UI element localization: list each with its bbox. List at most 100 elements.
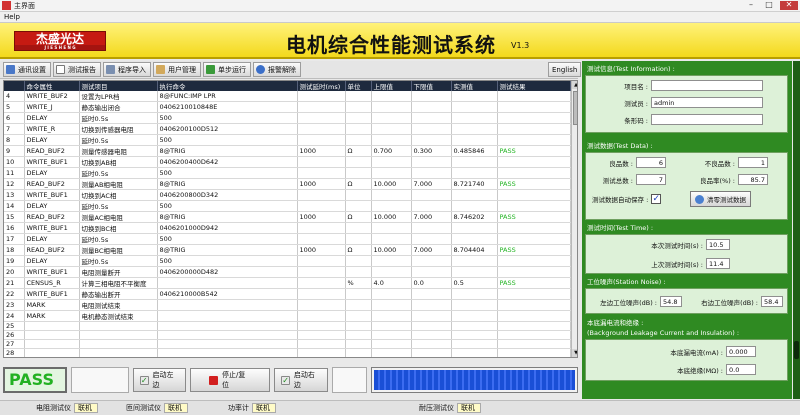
table-cell [345, 310, 372, 322]
title-bar: 主界面 – □ ✕ [0, 0, 800, 12]
table-cell: 10 [4, 156, 25, 168]
table-cell [371, 101, 412, 113]
table-row[interactable]: 25 [4, 321, 571, 332]
table-scrollbar[interactable]: ▲ ▼ [571, 81, 577, 357]
table-cell [411, 123, 452, 135]
table-cell: DELAY [24, 134, 80, 146]
alarm-clear-button[interactable]: 报警解除 [253, 62, 301, 77]
table-cell [297, 200, 346, 212]
table-row[interactable]: 28 [4, 348, 571, 357]
table-cell [451, 101, 498, 113]
tester-field[interactable]: admin [651, 97, 763, 108]
table-cell: DELAY [24, 112, 80, 124]
table-cell [371, 233, 412, 245]
table-cell [451, 255, 498, 267]
table-row[interactable]: 18 READ_BUF2 测量BC相电阻 8@TRIG 1000 Ω 10.000 7.000… [4, 244, 571, 256]
table-cell [297, 321, 346, 332]
table-row[interactable]: 17 DELAY 延时0.5s 500 [4, 233, 571, 245]
table-cell [297, 91, 346, 102]
table-cell: 500 [157, 200, 298, 212]
table-cell [371, 288, 412, 300]
column-header: 执行命令 [157, 81, 298, 91]
table-row[interactable]: 6 DELAY 延时0.5s 500 [4, 112, 571, 124]
table-cell: 10.000 [371, 244, 412, 256]
column-header [4, 81, 25, 91]
table-row[interactable]: 16 WRITE_BUF1 切换到BC相 0406201000D942 [4, 222, 571, 234]
barcode-field[interactable] [651, 114, 763, 125]
table-cell [411, 222, 452, 234]
table-row[interactable]: 19 DELAY 延时0.5s 500 [4, 255, 571, 267]
table-row[interactable]: 27 [4, 339, 571, 350]
table-cell: 静态输出闭合 [79, 101, 158, 113]
table-row[interactable]: 12 READ_BUF2 测量AB相电阻 8@TRIG 1000 Ω 10.000 7.000… [4, 178, 571, 190]
table-row[interactable]: 22 WRITE_BUF1 静态输出断开 0406210000B542 [4, 288, 571, 300]
table-cell: 22 [4, 288, 25, 300]
program-import-button[interactable]: 程序导入 [103, 62, 151, 77]
table-cell: 电机静态测试结束 [79, 310, 158, 322]
table-row[interactable]: 5 WRITE_J 静态输出闭合 0406210010848E [4, 101, 571, 113]
autosave-checkbox[interactable]: ✓ [651, 194, 662, 204]
table-cell: 延时0.5s [79, 167, 158, 179]
test-program-table: 命令属性 测试项目 执行命令 测试延时(ms) 单位 上限值 下限值 实测值 测试结果 4 WRI… [3, 80, 578, 358]
panel-scrollbar[interactable] [793, 61, 800, 399]
table-row[interactable]: 8 DELAY 延时0.5s 500 [4, 134, 571, 146]
project-name-field[interactable] [651, 80, 763, 91]
table-cell: 切换到AC相 [79, 189, 158, 201]
table-cell [371, 134, 412, 146]
scroll-thumb[interactable] [573, 91, 577, 125]
table-cell [451, 200, 498, 212]
close-button[interactable]: ✕ [780, 1, 798, 10]
user-management-button[interactable]: 用户管理 [153, 62, 201, 77]
clear-data-button[interactable]: 清零测试数据 [690, 191, 751, 207]
menu-help[interactable]: Help [4, 13, 20, 21]
table-cell: 4 [4, 91, 25, 102]
table-cell: DELAY [24, 255, 80, 267]
table-cell: 15 [4, 211, 25, 223]
table-cell: 500 [157, 233, 298, 245]
table-cell: 静态输出断开 [79, 288, 158, 300]
table-cell: 0.300 [411, 145, 452, 157]
stop-reset-button[interactable]: 停止/复位 [190, 368, 271, 392]
table-cell [411, 233, 452, 245]
start-right-button[interactable]: ✓ 启动右边 [274, 368, 328, 392]
table-row[interactable]: 24 MARK 电机静态测试结束 [4, 310, 571, 322]
table-cell: 10.000 [371, 178, 412, 190]
table-cell [497, 299, 571, 311]
table-row[interactable]: 13 WRITE_BUF1 切换到AC相 0406200800D342 [4, 189, 571, 201]
minimize-button[interactable]: – [744, 1, 758, 10]
table-cell: 延时0.5s [79, 112, 158, 124]
table-row[interactable]: 9 READ_BUF2 测量传感器电阻 8@TRIG 1000 Ω 0.700 0.300 0.… [4, 145, 571, 157]
table-cell [345, 222, 372, 234]
scroll-up-arrow[interactable]: ▲ [572, 81, 577, 89]
menu-bar: Help [0, 12, 800, 23]
table-cell [497, 112, 571, 124]
table-cell: 0.5 [451, 277, 498, 289]
table-cell: 电阻测量断开 [79, 266, 158, 278]
table-cell [411, 299, 452, 311]
comm-settings-button[interactable]: 通讯设置 [3, 62, 51, 77]
table-cell: 500 [157, 134, 298, 146]
table-cell: 21 [4, 277, 25, 289]
table-row[interactable]: 23 MARK 电阻测试结束 [4, 299, 571, 311]
table-row[interactable]: 14 DELAY 延时0.5s 500 [4, 200, 571, 212]
single-step-button[interactable]: 单步运行 [203, 62, 251, 77]
table-cell [297, 167, 346, 179]
start-left-button[interactable]: ✓ 启动左边 [132, 368, 187, 392]
table-row[interactable]: 4 WRITE_BUF2 设置为LPR档 8@FUNC:IMP LPR [4, 91, 571, 102]
scroll-down-arrow[interactable]: ▼ [572, 349, 577, 357]
table-cell [371, 200, 412, 212]
table-row[interactable]: 26 [4, 330, 571, 341]
test-report-button[interactable]: 测试报告 [53, 62, 101, 77]
table-cell [297, 310, 346, 322]
panel-scroll-thumb[interactable] [794, 341, 799, 359]
table-cell [411, 321, 452, 332]
table-row[interactable]: 7 WRITE_R 切换到传感器电阻 0406200100D512 [4, 123, 571, 135]
table-row[interactable]: 10 WRITE_BUF1 切换到AB相 0406200400D642 [4, 156, 571, 168]
table-row[interactable]: 11 DELAY 延时0.5s 500 [4, 167, 571, 179]
table-cell [345, 167, 372, 179]
table-row[interactable]: 20 WRITE_BUF1 电阻测量断开 0406200000D482 [4, 266, 571, 278]
language-button[interactable]: English [548, 62, 582, 77]
maximize-button[interactable]: □ [762, 1, 776, 10]
table-row[interactable]: 21 CENSUS_R 计算三相电阻不平衡度% 4.0 0.0 0.5 PASS [4, 277, 571, 289]
table-row[interactable]: 15 READ_BUF2 测量AC相电阻 8@TRIG 1000 Ω 10.000 7.000… [4, 211, 571, 223]
